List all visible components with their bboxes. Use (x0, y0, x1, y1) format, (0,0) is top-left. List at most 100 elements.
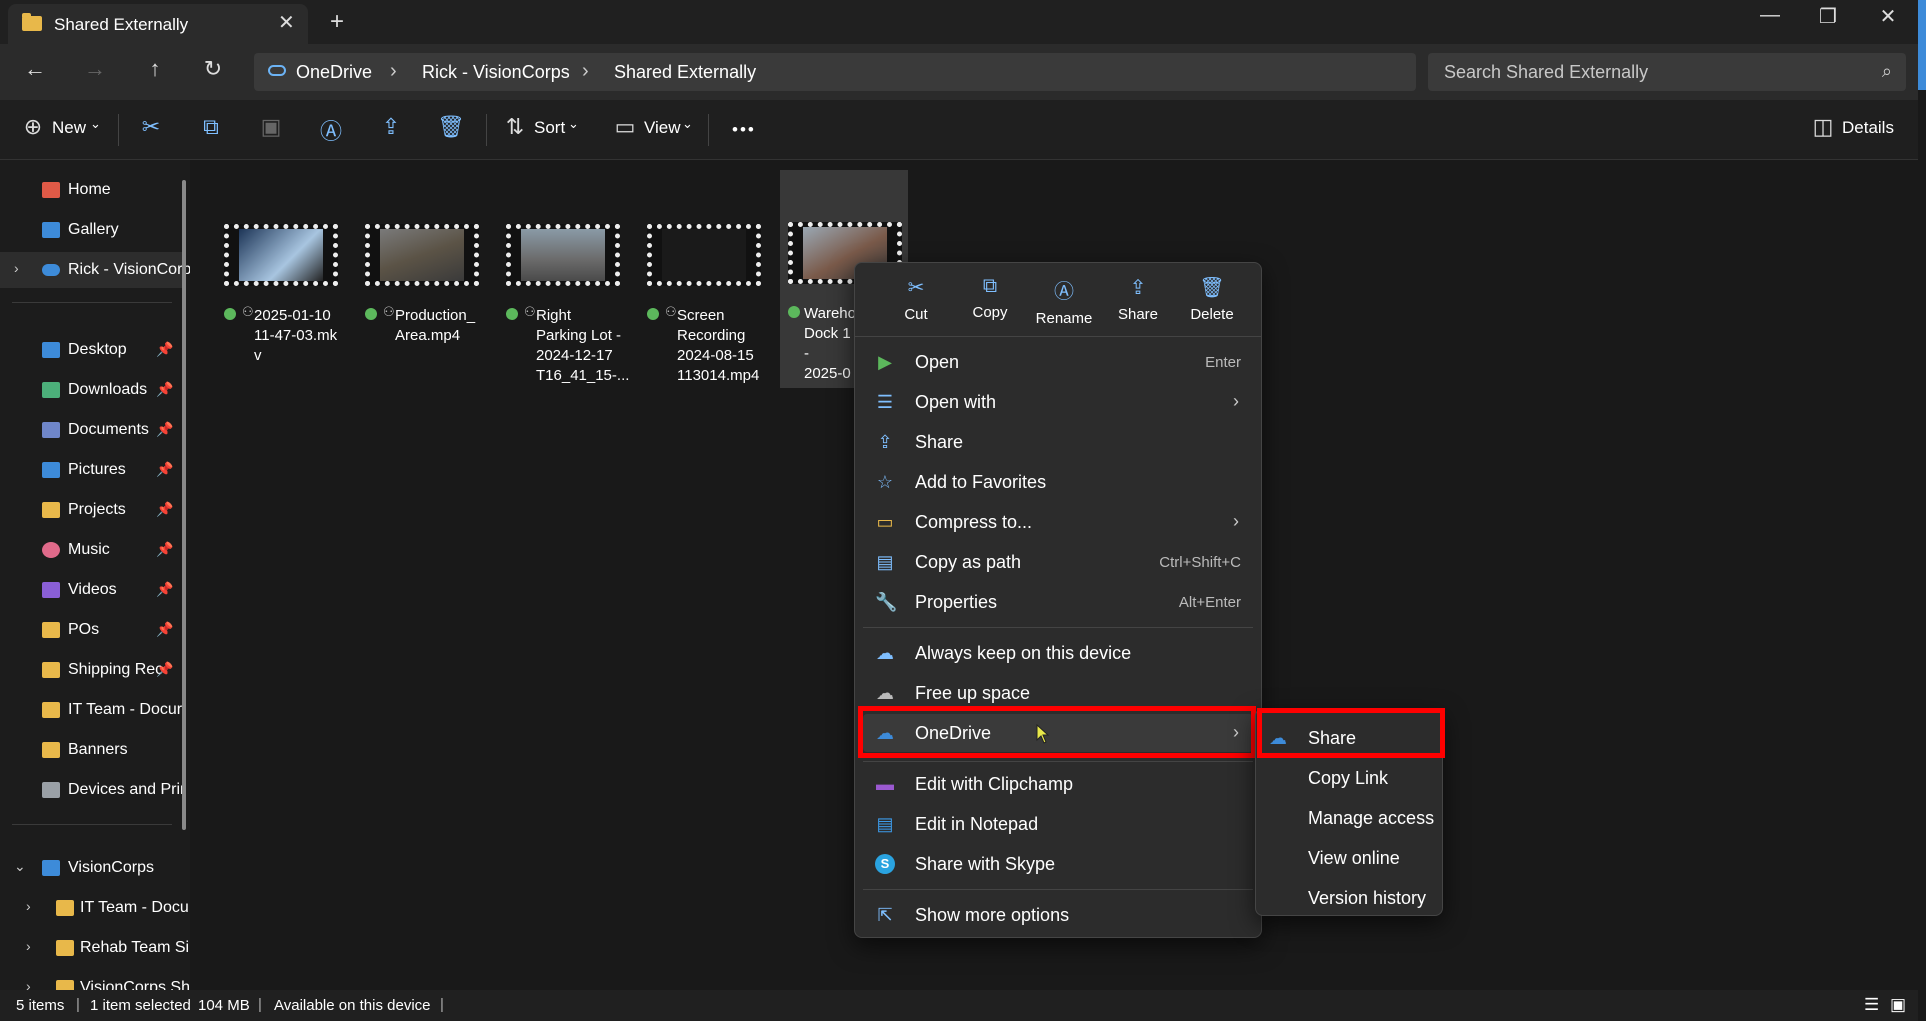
view-button[interactable]: View (644, 118, 681, 138)
menu-item-share-skype[interactable]: S Share with Skype (863, 845, 1253, 883)
tab-shared-externally[interactable]: Shared Externally ✕ (8, 4, 308, 44)
search-placeholder[interactable]: Search Shared Externally (1444, 62, 1648, 83)
details-button[interactable]: Details (1842, 118, 1894, 138)
sidebar-item-pos[interactable]: POs 📌 (0, 612, 184, 648)
menu-item-open-with[interactable]: ☰ Open with › (863, 383, 1253, 421)
close-window-button[interactable]: ✕ (1868, 4, 1908, 29)
maximize-button[interactable]: ❐ (1808, 4, 1848, 29)
context-delete-button[interactable]: 🗑 Delete (1175, 271, 1249, 331)
menu-item-edit-clipchamp[interactable]: ▬ Edit with Clipchamp (863, 765, 1253, 803)
back-button[interactable]: ← (18, 56, 52, 82)
menu-item-copy-as-path[interactable]: ▤ Copy as path Ctrl+Shift+C (863, 543, 1253, 581)
cut-icon[interactable]: ✂ (136, 114, 166, 140)
chevron-down-icon[interactable]: ⌄ (568, 116, 579, 132)
forward-button[interactable]: → (78, 56, 112, 82)
sidebar-item-documents[interactable]: Documents 📌 (0, 412, 184, 448)
sync-status-icon (788, 306, 800, 318)
close-tab-icon[interactable]: ✕ (278, 10, 295, 35)
sidebar-item-label: Videos (68, 581, 117, 598)
breadcrumb-rick-visioncorps[interactable]: Rick - VisionCorps (422, 62, 570, 83)
chevron-down-icon[interactable]: ⌄ (14, 858, 26, 875)
sidebar-item-gallery[interactable]: Gallery (0, 212, 184, 248)
submenu-item-manage-access[interactable]: Manage access (1256, 799, 1442, 835)
status-bar: 5 items | 1 item selected 104 MB | Avail… (0, 990, 1918, 1021)
sidebar-item-videos[interactable]: Videos 📌 (0, 572, 184, 608)
submenu-item-view-online[interactable]: View online (1256, 839, 1442, 875)
details-view-icon[interactable]: ☰ (1864, 995, 1879, 1015)
sidebar-item-visioncorps-sh[interactable]: › VisionCorps Sh (0, 970, 190, 990)
breadcrumb-separator[interactable]: › (390, 60, 397, 83)
sidebar-item-devices-printers[interactable]: Devices and Prir (0, 772, 185, 808)
copy-icon[interactable]: ⧉ (196, 114, 226, 140)
share-icon[interactable]: ⇪ (376, 114, 406, 140)
chevron-right-icon[interactable]: › (26, 898, 31, 914)
printer-icon (42, 782, 60, 798)
menu-item-properties[interactable]: 🔧 Properties Alt+Enter (863, 583, 1253, 621)
menu-item-share[interactable]: ⇪ Share (863, 423, 1253, 461)
file-item[interactable]: ⚇ Screen Recording 2024-08-15 113014.mp4 (639, 172, 767, 388)
sidebar-item-pictures[interactable]: Pictures 📌 (0, 452, 184, 488)
sort-button[interactable]: Sort (534, 118, 565, 138)
menu-item-show-more-options[interactable]: ⇱ Show more options (863, 896, 1253, 934)
folder-icon (56, 940, 74, 956)
menu-item-add-to-favorites[interactable]: ☆ Add to Favorites (863, 463, 1253, 501)
sidebar-item-visioncorps[interactable]: ⌄ VisionCorps (0, 850, 184, 886)
chevron-down-icon[interactable]: ⌄ (90, 116, 101, 132)
search-box[interactable]: Search Shared Externally ⌕ (1428, 53, 1906, 91)
context-copy-button[interactable]: ⧉ Copy (953, 271, 1027, 331)
chevron-right-icon[interactable]: › (26, 978, 31, 990)
thumbnail-image (662, 229, 746, 281)
address-bar[interactable]: OneDrive › Rick - VisionCorps › Shared E… (254, 53, 1416, 91)
sidebar-item-rehab-team[interactable]: › Rehab Team Si (0, 930, 189, 966)
sidebar-item-label: IT Team - Docu (80, 899, 189, 916)
file-item[interactable]: ⚇ Right Parking Lot - 2024-12-17 T16_41_… (498, 172, 629, 388)
chevron-right-icon[interactable]: › (26, 938, 31, 954)
file-name: 2025-01-10 11-47-03.mk v (254, 306, 344, 366)
submenu-item-copy-link[interactable]: Copy Link (1256, 759, 1442, 795)
paste-icon[interactable]: ▣ (256, 114, 286, 140)
divider (118, 114, 119, 146)
breadcrumb-onedrive[interactable]: OneDrive (296, 62, 372, 83)
sidebar-scrollbar[interactable] (182, 180, 186, 830)
chevron-down-icon[interactable]: ⌄ (682, 116, 693, 132)
menu-item-compress-to[interactable]: ▭ Compress to... › (863, 503, 1253, 541)
context-cut-button[interactable]: ✂ Cut (879, 271, 953, 331)
minimize-button[interactable]: — (1750, 4, 1790, 27)
chevron-right-icon[interactable]: › (14, 260, 19, 276)
submenu-item-label: Manage access (1308, 808, 1435, 828)
file-item[interactable]: ⚇ 2025-01-10 11-47-03.mk v (216, 172, 344, 388)
new-button[interactable]: New (52, 118, 86, 138)
menu-item-open[interactable]: ▶ Open Enter (863, 343, 1253, 381)
submenu-item-version-history[interactable]: Version history (1256, 879, 1442, 915)
context-share-button[interactable]: ⇪ Share (1101, 271, 1175, 331)
sidebar-item-desktop[interactable]: Desktop 📌 (0, 332, 184, 368)
zip-icon: ▭ (876, 512, 894, 532)
breadcrumb-shared-externally[interactable]: Shared Externally (614, 62, 756, 83)
more-options-button[interactable]: ••• (732, 120, 756, 140)
file-item[interactable]: ⚇ Production_ Area.mp4 (357, 172, 485, 388)
sidebar-item-label: Projects (68, 501, 126, 518)
sidebar-item-shipping[interactable]: Shipping Rec 📌 (0, 652, 184, 688)
sidebar-item-music[interactable]: Music 📌 (0, 532, 184, 568)
breadcrumb-separator[interactable]: › (582, 60, 589, 83)
up-button[interactable]: ↑ (138, 56, 172, 82)
sidebar-item-downloads[interactable]: Downloads 📌 (0, 372, 184, 408)
large-icons-view-icon[interactable]: ▣ (1890, 995, 1906, 1015)
refresh-button[interactable]: ↻ (196, 56, 230, 82)
sidebar-item-rick-visioncorps[interactable]: › Rick - VisionCorps (0, 252, 190, 288)
rename-icon[interactable]: Ⓐ (316, 114, 346, 146)
sidebar-item-banners[interactable]: Banners (0, 732, 184, 768)
status-separator: | (258, 996, 262, 1013)
sidebar-item-it-team[interactable]: IT Team - Docur (0, 692, 184, 728)
new-tab-button[interactable]: + (330, 8, 344, 36)
new-icon: ⊕ (23, 114, 43, 139)
sidebar-item-projects[interactable]: Projects 📌 (0, 492, 184, 528)
sidebar-item-it-team-docs[interactable]: › IT Team - Docu (0, 890, 189, 926)
sidebar-item-home[interactable]: Home (0, 172, 184, 208)
menu-item-edit-notepad[interactable]: ▤ Edit in Notepad (863, 805, 1253, 843)
context-rename-button[interactable]: Ⓐ Rename (1027, 271, 1101, 331)
menu-item-always-keep[interactable]: ☁ Always keep on this device (863, 634, 1253, 672)
command-bar: ⊕ New ⌄ ✂ ⧉ ▣ Ⓐ ⇪ 🗑 ⇅ Sort ⌄ ▭ View ⌄ ••… (0, 100, 1918, 160)
delete-icon[interactable]: 🗑 (436, 114, 466, 140)
search-icon[interactable]: ⌕ (1882, 61, 1892, 82)
